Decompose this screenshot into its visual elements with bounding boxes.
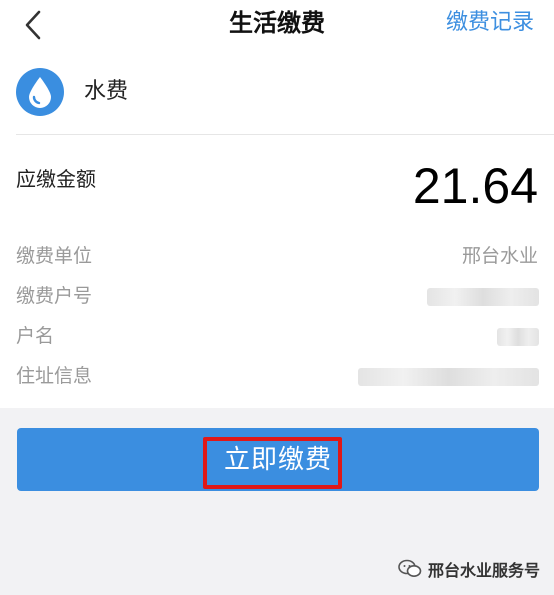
pay-button-highlight: [203, 437, 342, 489]
payment-card: 生活缴费 缴费记录 水费 应缴金额 21.64 缴费单位 邢台水业 缴费户号 户…: [0, 0, 554, 408]
watermark: 邢台水业服务号: [398, 557, 540, 581]
service-name: 水费: [84, 79, 129, 104]
address-redacted: [358, 368, 539, 386]
account-number-redacted: [427, 288, 539, 306]
chevron-left-icon: [25, 10, 41, 40]
water-service-icon: [16, 68, 64, 116]
address-label: 住址信息: [16, 365, 93, 387]
back-button[interactable]: [18, 8, 48, 42]
account-number-label: 缴费户号: [16, 285, 93, 307]
payment-unit-label: 缴费单位: [16, 245, 93, 267]
amount-due-label: 应缴金额: [16, 167, 96, 191]
account-name-redacted: [497, 328, 539, 346]
divider: [16, 134, 554, 135]
water-drop-icon: [29, 77, 51, 108]
amount-due-value: 21.64: [412, 158, 538, 214]
watermark-text: 邢台水业服务号: [427, 561, 540, 580]
account-name-label: 户名: [16, 325, 55, 347]
payment-unit-value: 邢台水业: [461, 245, 538, 267]
wechat-icon: [398, 559, 422, 579]
payment-records-link[interactable]: 缴费记录: [446, 6, 534, 40]
